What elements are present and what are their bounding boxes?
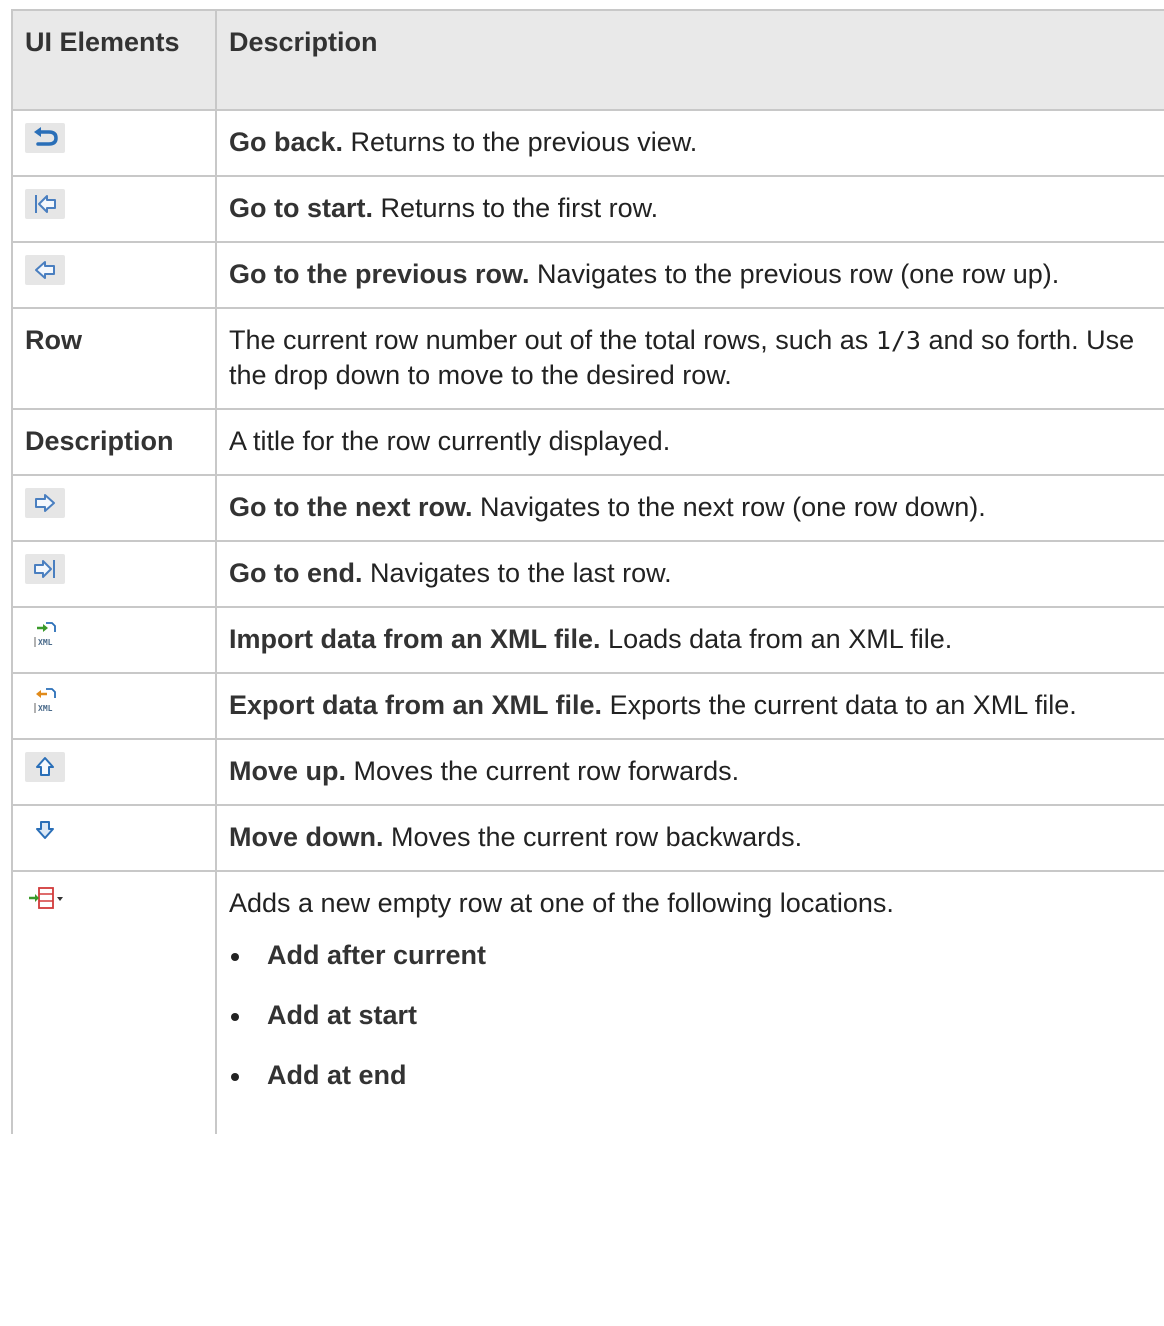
go-back-icon[interactable] bbox=[25, 123, 65, 153]
header-description: Description bbox=[215, 9, 1164, 111]
row-term: Go to start. bbox=[229, 193, 374, 223]
next-row-icon[interactable] bbox=[25, 488, 65, 518]
option-add-after-current: Add after current bbox=[229, 938, 1164, 972]
row-description: The current row number out of the total … bbox=[229, 325, 876, 355]
go-to-start-icon[interactable] bbox=[25, 189, 65, 219]
move-down-icon[interactable] bbox=[25, 818, 65, 848]
xml-glyph-text: XML bbox=[38, 638, 53, 647]
table-row: Go to end. Navigates to the last row. bbox=[11, 540, 1164, 608]
table-row: Adds a new empty row at one of the follo… bbox=[11, 870, 1164, 1134]
add-location-options: Add after current Add at start Add at en… bbox=[229, 938, 1164, 1092]
table-row: Go to the next row. Navigates to the nex… bbox=[11, 474, 1164, 542]
table-row: Row The current row number out of the to… bbox=[11, 307, 1164, 410]
table-row: Go to the previous row. Navigates to the… bbox=[11, 241, 1164, 309]
table-row: XML Export data from an XML file. Export… bbox=[11, 672, 1164, 740]
row-term: Move up. bbox=[229, 756, 347, 786]
row-description: Loads data from an XML file. bbox=[600, 624, 953, 654]
row-term: Go to the previous row. bbox=[229, 259, 530, 289]
table-header-row: UI Elements Description bbox=[11, 9, 1164, 111]
previous-row-icon[interactable] bbox=[25, 255, 65, 285]
row-label: Row bbox=[11, 307, 217, 410]
row-term: Go back. bbox=[229, 127, 344, 157]
table-row: XML Import data from an XML file. Loads … bbox=[11, 606, 1164, 674]
row-term: Export data from an XML file. bbox=[229, 690, 603, 720]
option-add-at-end: Add at end bbox=[229, 1058, 1164, 1092]
table-row: Move down. Moves the current row backwar… bbox=[11, 804, 1164, 872]
ui-elements-table: UI Elements Description Go back. Returns… bbox=[11, 9, 1164, 1134]
row-term: Move down. bbox=[229, 822, 384, 852]
add-row-dropdown-icon[interactable] bbox=[25, 884, 81, 914]
row-description: Returns to the previous view. bbox=[343, 127, 698, 157]
row-description: Navigates to the previous row (one row u… bbox=[529, 259, 1060, 289]
table-row: Go back. Returns to the previous view. bbox=[11, 109, 1164, 177]
row-description: Returns to the first row. bbox=[373, 193, 659, 223]
table-row: Description A title for the row currentl… bbox=[11, 408, 1164, 476]
option-add-at-start: Add at start bbox=[229, 998, 1164, 1032]
row-term: Go to end. bbox=[229, 558, 363, 588]
row-description: Navigates to the next row (one row down)… bbox=[472, 492, 986, 522]
row-description: A title for the row currently displayed. bbox=[215, 408, 1164, 476]
row-label: Description bbox=[11, 408, 217, 476]
export-xml-icon[interactable]: XML bbox=[25, 686, 65, 716]
row-term: Import data from an XML file. bbox=[229, 624, 601, 654]
xml-glyph-text: XML bbox=[38, 704, 53, 713]
row-description: Adds a new empty row at one of the follo… bbox=[229, 888, 894, 918]
row-code-example: 1/3 bbox=[875, 326, 921, 355]
row-description: Moves the current row backwards. bbox=[383, 822, 803, 852]
row-description: Exports the current data to an XML file. bbox=[602, 690, 1077, 720]
header-ui-elements: UI Elements bbox=[11, 9, 217, 111]
row-term: Go to the next row. bbox=[229, 492, 473, 522]
table-row: Move up. Moves the current row forwards. bbox=[11, 738, 1164, 806]
row-description: Navigates to the last row. bbox=[362, 558, 672, 588]
move-up-icon[interactable] bbox=[25, 752, 65, 782]
table-row: Go to start. Returns to the first row. bbox=[11, 175, 1164, 243]
go-to-end-icon[interactable] bbox=[25, 554, 65, 584]
row-description: Moves the current row forwards. bbox=[346, 756, 740, 786]
import-xml-icon[interactable]: XML bbox=[25, 620, 65, 650]
